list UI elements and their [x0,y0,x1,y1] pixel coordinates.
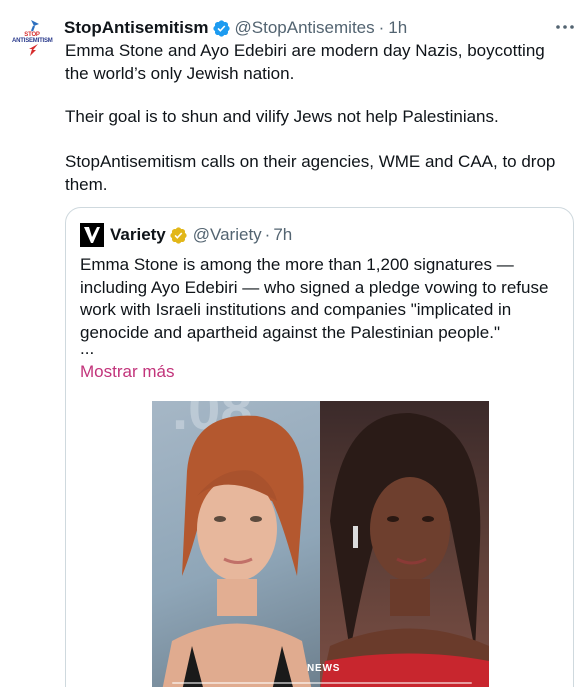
tweet-text-paragraph: Their goal is to shun and vilify Jews no… [65,107,499,126]
author-handle[interactable]: @StopAntisemites [235,18,375,38]
tweet-header: StopAntisemitism @StopAntisemites · 1h [64,17,407,39]
author-avatar[interactable]: STOP ANTISEMITISM [12,14,53,60]
quoted-tweet-ellipsis: ... [80,339,95,358]
media-left-panel: .08 [152,401,320,687]
quoted-tweet-header: Variety @Variety · 7h [80,223,292,247]
quoted-author-handle[interactable]: @Variety [193,225,262,245]
quoted-tweet[interactable]: Variety @Variety · 7h Emma Stone is amon… [65,207,574,687]
show-more-link[interactable]: Mostrar más [80,362,174,382]
quoted-header-separator: · [264,225,271,244]
gold-verified-badge-icon[interactable] [169,226,188,245]
quoted-tweet-timestamp[interactable]: 7h [273,225,292,245]
author-display-name[interactable]: StopAntisemitism [64,18,209,38]
media-right-panel [320,401,489,687]
quoted-tweet-text: Emma Stone is among the more than 1,200 … [80,255,549,342]
media-news-label: NEWS [307,663,341,674]
tweet[interactable]: STOP ANTISEMITISM StopAntisemitism @Stop… [0,0,588,687]
portrait-left-image: .08 [162,401,312,687]
avatar-logo-text: STOP ANTISEMITISM [12,32,53,44]
video-progress-bar[interactable] [172,682,472,684]
tweet-timestamp[interactable]: 1h [388,18,407,38]
more-horizontal-icon[interactable] [553,17,577,37]
verified-badge-icon[interactable] [212,19,231,38]
portrait-right-image [320,412,489,687]
quoted-author-display-name[interactable]: Variety [110,225,166,245]
header-separator: · [378,18,385,37]
tweet-text-paragraph: Emma Stone and Ayo Edebiri are modern da… [65,41,545,83]
tweet-text-paragraph: StopAntisemitism calls on their agencies… [65,152,556,194]
variety-logo-icon[interactable] [80,223,104,247]
quoted-tweet-media[interactable]: .08 NEWS [152,401,489,687]
